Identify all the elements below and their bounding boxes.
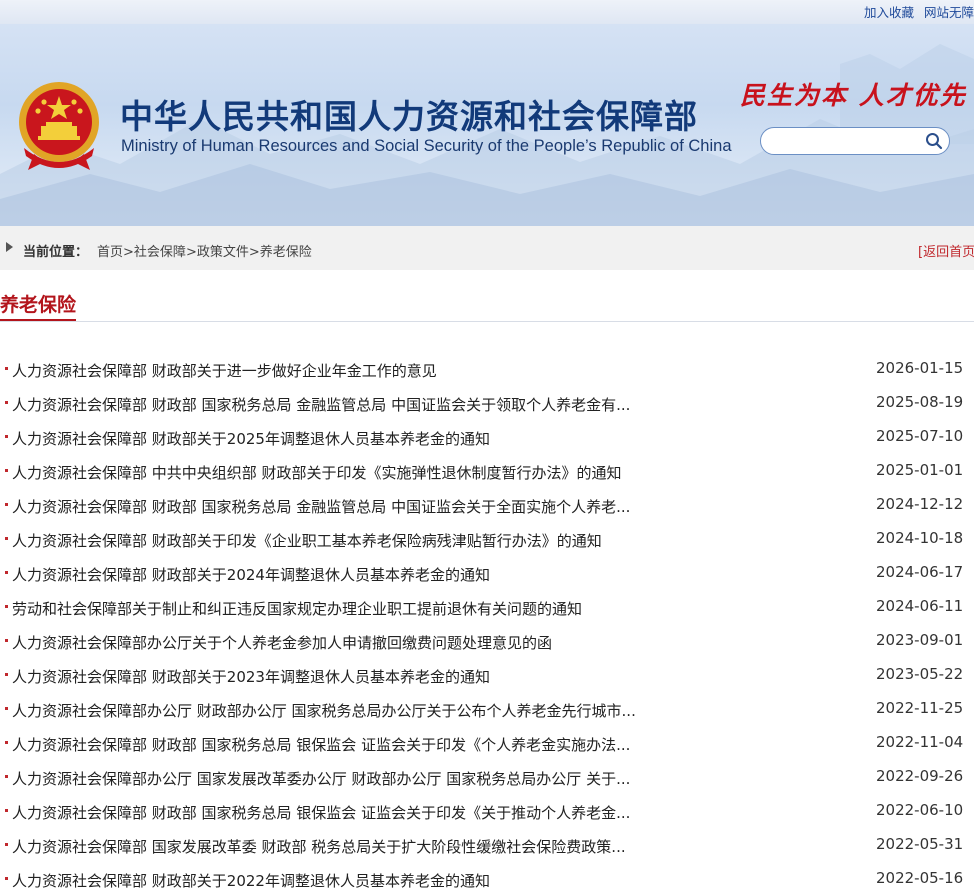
breadcrumb-sep: >: [185, 245, 197, 260]
article-title-link[interactable]: 人力资源社会保障部 财政部关于2025年调整退休人员基本养老金的通知: [12, 428, 490, 449]
accessibility-link[interactable]: 网站无障: [924, 5, 974, 20]
bullet-dot-icon: [5, 877, 8, 880]
bullet-dot-icon: [5, 401, 8, 404]
site-header-banner: 中华人民共和国人力资源和社会保障部 Ministry of Human Reso…: [0, 24, 974, 226]
search-icon[interactable]: [925, 132, 943, 150]
utility-links: 加入收藏 网站无障: [854, 2, 974, 21]
article-title-link[interactable]: 人力资源社会保障部 国家发展改革委 财政部 税务总局关于扩大阶段性缓缴社会保险费…: [12, 836, 626, 857]
breadcrumb-sep: >: [123, 245, 134, 260]
list-item: 人力资源社会保障部 财政部关于2022年调整退休人员基本养老金的通知 2022-0…: [0, 862, 974, 896]
article-date: 2022-09-26: [876, 767, 964, 785]
article-title-link[interactable]: 人力资源社会保障部 财政部关于印发《企业职工基本养老保险病残津贴暂行办法》的通知: [12, 530, 602, 551]
article-date: 2025-01-01: [876, 461, 964, 479]
article-date: 2024-12-12: [876, 495, 964, 513]
bullet-dot-icon: [5, 673, 8, 676]
article-date: 2026-01-15: [876, 359, 964, 377]
bullet-dot-icon: [5, 707, 8, 710]
national-emblem-icon: [19, 82, 99, 170]
list-item: 人力资源社会保障部 财政部关于印发《企业职工基本养老保险病残津贴暂行办法》的通知…: [0, 522, 974, 556]
article-title-link[interactable]: 人力资源社会保障部办公厅 国家发展改革委办公厅 财政部办公厅 国家税务总局办公厅…: [12, 768, 630, 789]
list-item: 人力资源社会保障部办公厅 国家发展改革委办公厅 财政部办公厅 国家税务总局办公厅…: [0, 760, 974, 794]
article-date: 2022-05-16: [876, 869, 964, 887]
bullet-dot-icon: [5, 503, 8, 506]
site-slogan: 民生为本 人才优先: [740, 81, 967, 110]
article-title-link[interactable]: 人力资源社会保障部 财政部 国家税务总局 金融监管总局 中国证监会关于领取个人养…: [12, 394, 630, 415]
site-title-chinese: 中华人民共和国人力资源和社会保障部: [120, 97, 698, 136]
article-title-link[interactable]: 人力资源社会保障部 财政部关于2022年调整退休人员基本养老金的通知: [12, 870, 490, 891]
search-box: [760, 127, 950, 155]
breadcrumb: 当前位置： 首页>社会保障>政策文件>养老保险 [返回首页: [0, 226, 974, 270]
breadcrumb-policy-docs[interactable]: 政策文件: [197, 245, 249, 260]
article-title-link[interactable]: 人力资源社会保障部 财政部关于2023年调整退休人员基本养老金的通知: [12, 666, 490, 687]
article-title-link[interactable]: 人力资源社会保障部 财政部 国家税务总局 银保监会 证监会关于印发《个人养老金实…: [12, 734, 630, 755]
bullet-dot-icon: [5, 843, 8, 846]
breadcrumb-label: 当前位置：: [23, 245, 89, 260]
section-divider: [0, 321, 974, 322]
bullet-dot-icon: [5, 435, 8, 438]
list-item: 人力资源社会保障部 财政部 国家税务总局 金融监管总局 中国证监会关于全面实施个…: [0, 488, 974, 522]
bullet-dot-icon: [5, 605, 8, 608]
list-item: 人力资源社会保障部 中共中央组织部 财政部关于印发《实施弹性退休制度暂行办法》的…: [0, 454, 974, 488]
list-item: 人力资源社会保障部 财政部 国家税务总局 银保监会 证监会关于印发《关于推动个人…: [0, 794, 974, 828]
list-item: 人力资源社会保障部 财政部关于2023年调整退休人员基本养老金的通知 2023-0…: [0, 658, 974, 692]
list-item: 人力资源社会保障部 国家发展改革委 财政部 税务总局关于扩大阶段性缓缴社会保险费…: [0, 828, 974, 862]
article-date: 2025-08-19: [876, 393, 964, 411]
article-title-link[interactable]: 人力资源社会保障部 中共中央组织部 财政部关于印发《实施弹性退休制度暂行办法》的…: [12, 462, 622, 483]
bullet-dot-icon: [5, 367, 8, 370]
breadcrumb-pension[interactable]: 养老保险: [260, 245, 312, 260]
article-date: 2022-11-04: [876, 733, 964, 751]
add-favorite-link[interactable]: 加入收藏: [864, 5, 914, 20]
site-title-english: Ministry of Human Resources and Social S…: [121, 137, 732, 155]
list-item: 人力资源社会保障部 财政部 国家税务总局 金融监管总局 中国证监会关于领取个人养…: [0, 386, 974, 420]
article-title-link[interactable]: 劳动和社会保障部关于制止和纠正违反国家规定办理企业职工提前退休有关问题的通知: [12, 598, 582, 619]
bullet-dot-icon: [5, 775, 8, 778]
article-date: 2023-09-01: [876, 631, 964, 649]
list-item: 人力资源社会保障部 财政部关于2024年调整退休人员基本养老金的通知 2024-0…: [0, 556, 974, 590]
list-item: 人力资源社会保障部 财政部 国家税务总局 银保监会 证监会关于印发《个人养老金实…: [0, 726, 974, 760]
article-title-link[interactable]: 人力资源社会保障部 财政部 国家税务总局 银保监会 证监会关于印发《关于推动个人…: [12, 802, 630, 823]
breadcrumb-home[interactable]: 首页: [97, 245, 123, 260]
list-item: 人力资源社会保障部 财政部关于进一步做好企业年金工作的意见 2026-01-15: [0, 352, 974, 386]
bullet-dot-icon: [5, 809, 8, 812]
list-item: 人力资源社会保障部 财政部关于2025年调整退休人员基本养老金的通知 2025-0…: [0, 420, 974, 454]
list-item: 人力资源社会保障部办公厅关于个人养老金参加人申请撤回缴费问题处理意见的函 2023…: [0, 624, 974, 658]
article-date: 2023-05-22: [876, 665, 964, 683]
return-home-link[interactable]: [返回首页: [918, 241, 974, 260]
article-date: 2025-07-10: [876, 427, 964, 445]
article-date: 2022-05-31: [876, 835, 964, 853]
article-date: 2022-11-25: [876, 699, 964, 717]
article-title-link[interactable]: 人力资源社会保障部办公厅关于个人养老金参加人申请撤回缴费问题处理意见的函: [12, 632, 552, 653]
bullet-dot-icon: [5, 741, 8, 744]
article-title-link[interactable]: 人力资源社会保障部 财政部关于进一步做好企业年金工作的意见: [12, 360, 437, 381]
article-title-link[interactable]: 人力资源社会保障部 财政部 国家税务总局 金融监管总局 中国证监会关于全面实施个…: [12, 496, 630, 517]
bullet-dot-icon: [5, 469, 8, 472]
breadcrumb-social-security[interactable]: 社会保障: [134, 245, 186, 260]
article-date: 2024-06-11: [876, 597, 964, 615]
bullet-dot-icon: [5, 571, 8, 574]
breadcrumb-path: 首页>社会保障>政策文件>养老保险: [97, 241, 312, 260]
bullet-dot-icon: [5, 639, 8, 642]
list-item: 人力资源社会保障部办公厅 财政部办公厅 国家税务总局办公厅关于公布个人养老金先行…: [0, 692, 974, 726]
article-list: 人力资源社会保障部 财政部关于进一步做好企业年金工作的意见 2026-01-15 …: [0, 352, 974, 896]
article-date: 2022-06-10: [876, 801, 964, 819]
top-utility-bar: 加入收藏 网站无障: [0, 0, 974, 24]
article-date: 2024-06-17: [876, 563, 964, 581]
section-title: 养老保险: [0, 294, 77, 316]
article-date: 2024-10-18: [876, 529, 964, 547]
search-input[interactable]: [771, 131, 925, 153]
article-title-link[interactable]: 人力资源社会保障部办公厅 财政部办公厅 国家税务总局办公厅关于公布个人养老金先行…: [12, 700, 636, 721]
article-title-link[interactable]: 人力资源社会保障部 财政部关于2024年调整退休人员基本养老金的通知: [12, 564, 490, 585]
triangle-bullet-icon: [6, 242, 13, 252]
bullet-dot-icon: [5, 537, 8, 540]
breadcrumb-sep: >: [248, 245, 260, 260]
list-item: 劳动和社会保障部关于制止和纠正违反国家规定办理企业职工提前退休有关问题的通知 20…: [0, 590, 974, 624]
